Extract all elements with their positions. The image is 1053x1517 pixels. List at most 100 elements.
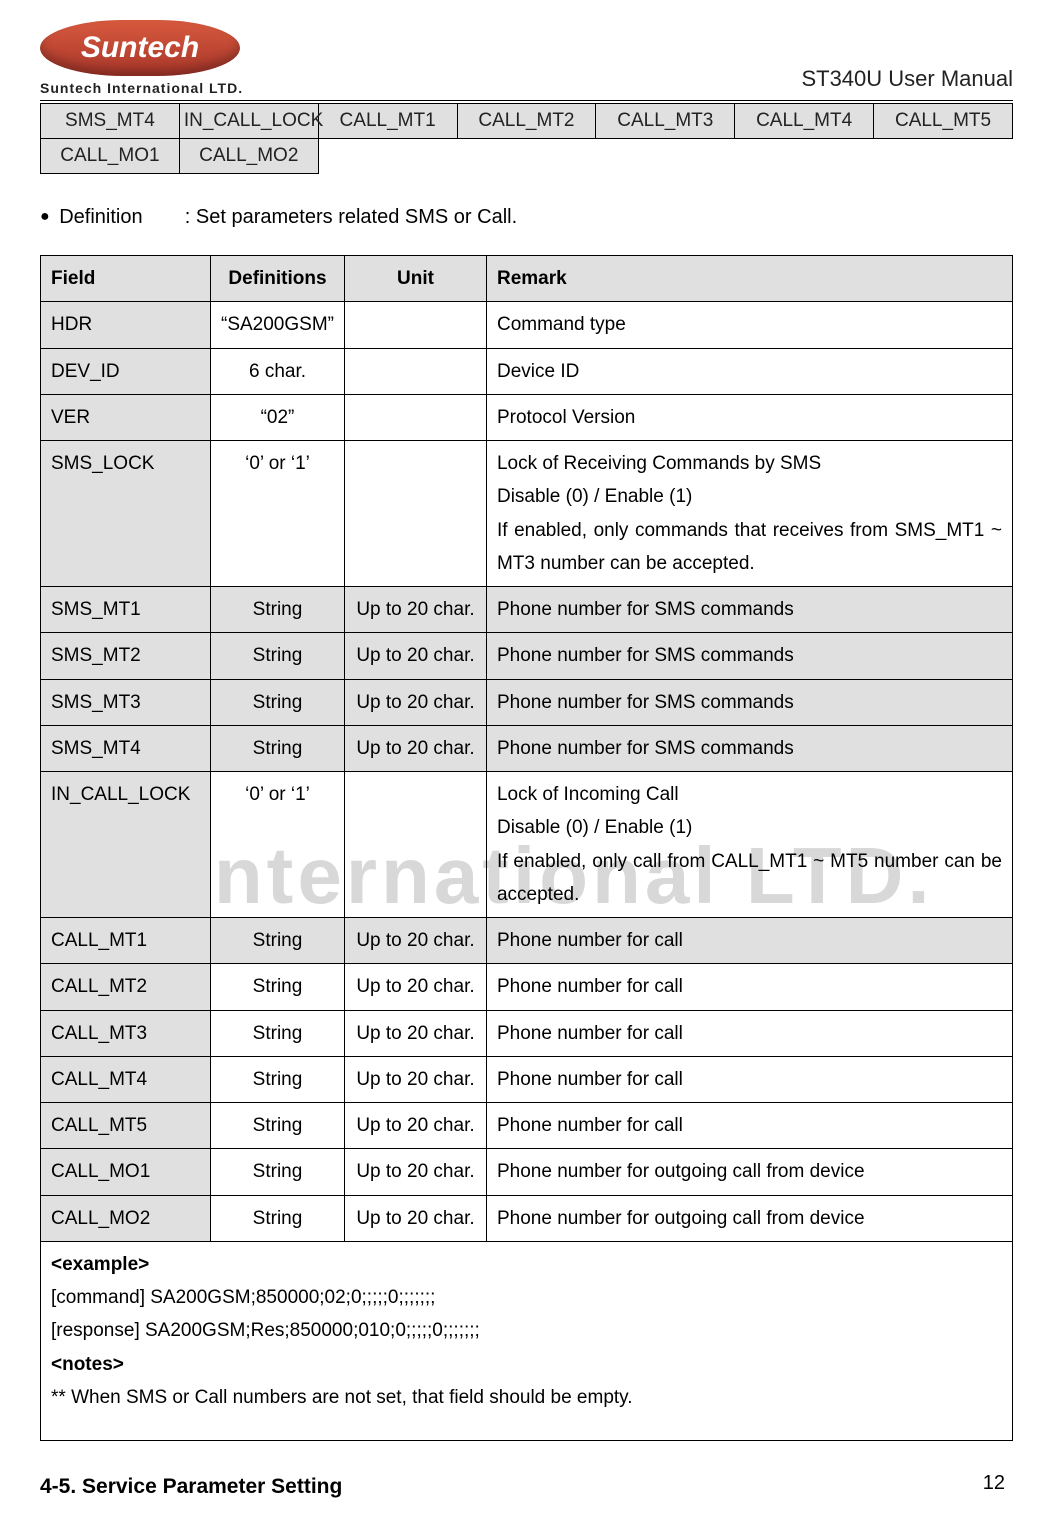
tag-cell: SMS_MT4 (41, 104, 180, 139)
cell-remark: Phone number for call (486, 1103, 1012, 1149)
example-heading: <example> (51, 1248, 1002, 1281)
cell-remark: Command type (486, 302, 1012, 348)
cell-remark: Lock of Incoming CallDisable (0) / Enabl… (486, 772, 1012, 918)
cell-remark: Phone number for SMS commands (486, 633, 1012, 679)
cell-def: ‘0’ or ‘1’ (211, 772, 345, 918)
cell-field: CALL_MT2 (41, 964, 211, 1010)
definition-line: ● Definition : Set parameters related SM… (40, 206, 1013, 229)
tag-cell: IN_CALL_LOCK (179, 104, 318, 139)
definition-text: : Set parameters related SMS or Call. (185, 206, 517, 228)
cell-field: VER (41, 394, 211, 440)
cell-unit: Up to 20 char. (344, 1149, 486, 1195)
brand-logo: Suntech (40, 20, 240, 76)
cell-field: CALL_MT3 (41, 1010, 211, 1056)
cell-unit (344, 394, 486, 440)
cell-def: String (211, 1149, 345, 1195)
cell-unit (344, 302, 486, 348)
table-row: CALL_MT1StringUp to 20 char.Phone number… (41, 918, 1013, 964)
cell-def: String (211, 587, 345, 633)
tag-cell: CALL_MO2 (179, 139, 318, 174)
tag-cell: CALL_MO1 (41, 139, 180, 174)
table-row: VER“02”Protocol Version (41, 394, 1013, 440)
cell-remark: Phone number for SMS commands (486, 587, 1012, 633)
cell-field: CALL_MO2 (41, 1195, 211, 1241)
table-row: CALL_MO2StringUp to 20 char.Phone number… (41, 1195, 1013, 1241)
table-row: HDR“SA200GSM” Command type (41, 302, 1013, 348)
th-unit: Unit (344, 256, 486, 302)
cell-unit: Up to 20 char. (344, 1195, 486, 1241)
tag-cell: CALL_MT3 (596, 104, 735, 139)
table-row: SMS_MT4StringUp to 20 char.Phone number … (41, 725, 1013, 771)
cell-unit: Up to 20 char. (344, 633, 486, 679)
cell-def: “SA200GSM” (211, 302, 345, 348)
spacer (51, 1414, 1002, 1434)
cell-remark: Phone number for call (486, 918, 1012, 964)
cell-def: String (211, 918, 345, 964)
cell-def: ‘0’ or ‘1’ (211, 441, 345, 587)
tag-cell: CALL_MT1 (318, 104, 457, 139)
section-heading: 4-5. Service Parameter Setting (40, 1475, 1013, 1499)
cell-unit: Up to 20 char. (344, 679, 486, 725)
tag-table: SMS_MT4 IN_CALL_LOCK CALL_MT1 CALL_MT2 C… (40, 103, 1013, 174)
cell-unit: Up to 20 char. (344, 918, 486, 964)
cell-def: String (211, 964, 345, 1010)
page-header: Suntech Suntech International LTD. ST340… (40, 20, 1013, 101)
cell-field: SMS_MT4 (41, 725, 211, 771)
cell-remark: Phone number for outgoing call from devi… (486, 1149, 1012, 1195)
cell-remark: Phone number for call (486, 1010, 1012, 1056)
table-header-row: Field Definitions Unit Remark (41, 256, 1013, 302)
cell-unit: Up to 20 char. (344, 1056, 486, 1102)
cell-remark: Phone number for SMS commands (486, 679, 1012, 725)
cell-field: CALL_MT5 (41, 1103, 211, 1149)
example-response: [response] SA200GSM;Res;850000;010;0;;;;… (51, 1314, 1002, 1347)
tag-row-2: CALL_MO1 CALL_MO2 (41, 139, 1013, 174)
cell-unit: Up to 20 char. (344, 587, 486, 633)
table-row: CALL_MT4StringUp to 20 char.Phone number… (41, 1056, 1013, 1102)
notes-body: ** When SMS or Call numbers are not set,… (51, 1381, 1002, 1414)
cell-unit (344, 441, 486, 587)
tag-row-1: SMS_MT4 IN_CALL_LOCK CALL_MT1 CALL_MT2 C… (41, 104, 1013, 139)
cell-unit: Up to 20 char. (344, 1103, 486, 1149)
table-row: IN_CALL_LOCK‘0’ or ‘1’ Lock of Incoming C… (41, 772, 1013, 918)
cell-remark: Lock of Receiving Commands by SMSDisable… (486, 441, 1012, 587)
cell-def: “02” (211, 394, 345, 440)
document-title: ST340U User Manual (801, 66, 1013, 96)
cell-def: String (211, 1056, 345, 1102)
cell-def: String (211, 679, 345, 725)
table-row: CALL_MT2StringUp to 20 char.Phone number… (41, 964, 1013, 1010)
cell-remark: Device ID (486, 348, 1012, 394)
table-row: SMS_MT2StringUp to 20 char.Phone number … (41, 633, 1013, 679)
cell-unit: Up to 20 char. (344, 1010, 486, 1056)
cell-def: String (211, 1195, 345, 1241)
cell-field: HDR (41, 302, 211, 348)
cell-field: CALL_MO1 (41, 1149, 211, 1195)
brand-subline: Suntech International LTD. (40, 80, 243, 96)
table-row: CALL_MT3StringUp to 20 char.Phone number… (41, 1010, 1013, 1056)
th-field: Field (41, 256, 211, 302)
cell-field: IN_CALL_LOCK (41, 772, 211, 918)
cell-remark: Phone number for SMS commands (486, 725, 1012, 771)
cell-field: CALL_MT4 (41, 1056, 211, 1102)
logo-block: Suntech Suntech International LTD. (40, 20, 243, 96)
cell-field: SMS_MT1 (41, 587, 211, 633)
parameter-table: Field Definitions Unit Remark HDR“SA200G… (40, 255, 1013, 1441)
table-row: CALL_MT5StringUp to 20 char.Phone number… (41, 1103, 1013, 1149)
table-row: DEV_ID6 char.Device ID (41, 348, 1013, 394)
blank-cell (318, 139, 1012, 174)
cell-field: SMS_MT2 (41, 633, 211, 679)
table-row: SMS_MT3StringUp to 20 char.Phone number … (41, 679, 1013, 725)
cell-def: String (211, 725, 345, 771)
tag-cell: CALL_MT5 (874, 104, 1013, 139)
table-row: SMS_LOCK‘0’ or ‘1’Lock of Receiving Comm… (41, 441, 1013, 587)
cell-unit (344, 772, 486, 918)
cell-remark: Phone number for call (486, 1056, 1012, 1102)
cell-def: String (211, 633, 345, 679)
cell-remark: Phone number for call (486, 964, 1012, 1010)
table-row: CALL_MO1StringUp to 20 char.Phone number… (41, 1149, 1013, 1195)
cell-def: String (211, 1103, 345, 1149)
notes-heading: <notes> (51, 1348, 1002, 1381)
cell-unit: Up to 20 char. (344, 725, 486, 771)
th-remark: Remark (486, 256, 1012, 302)
cell-def: String (211, 1010, 345, 1056)
cell-unit: Up to 20 char. (344, 964, 486, 1010)
